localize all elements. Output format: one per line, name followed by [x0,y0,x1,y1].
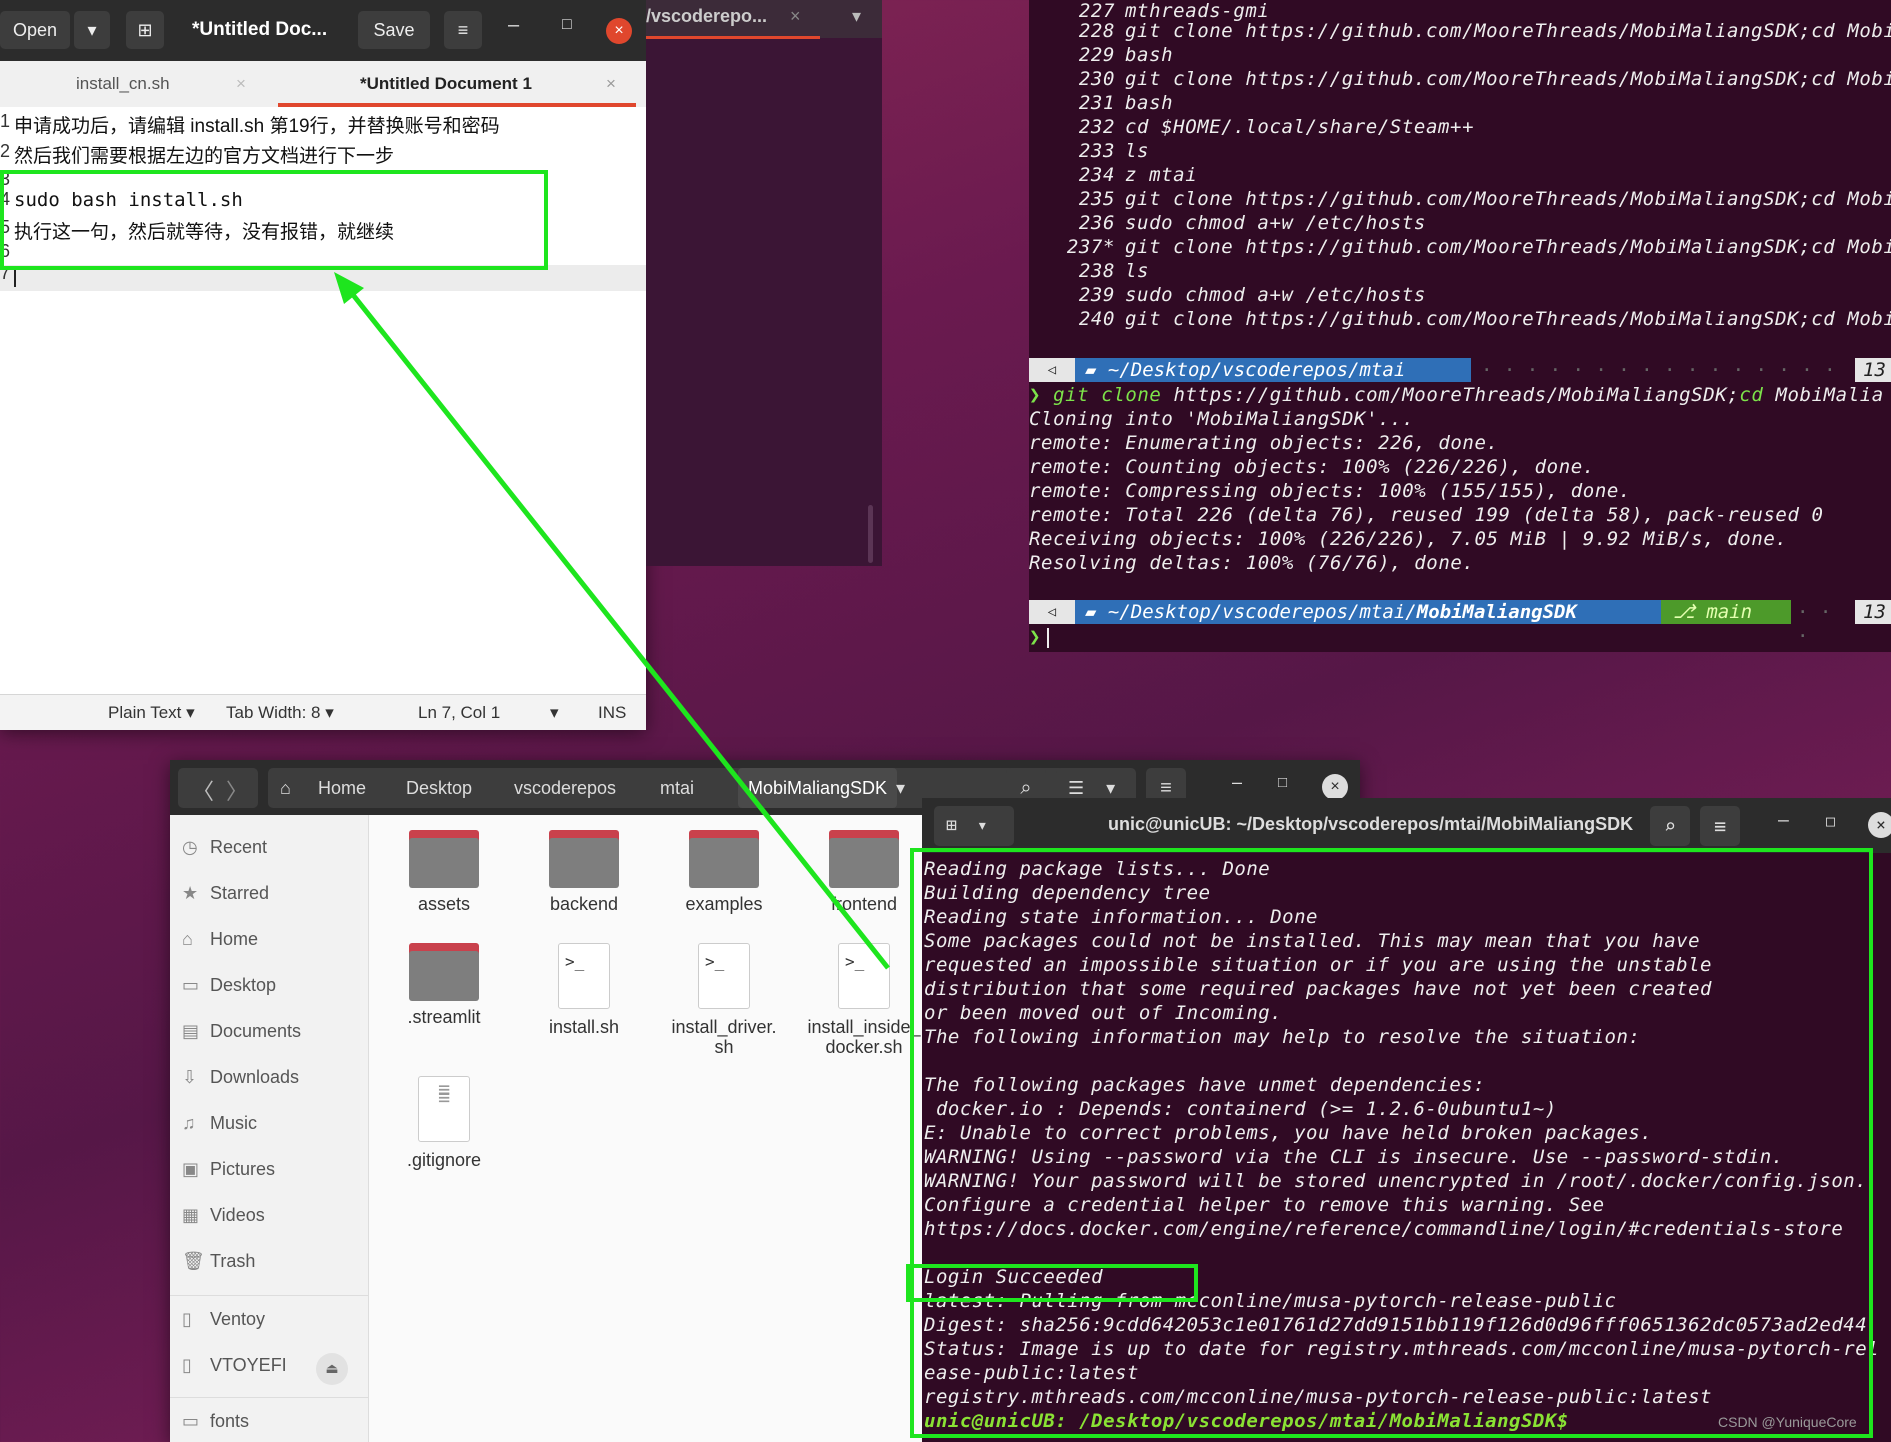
annotation-arrow [334,272,890,970]
arrow-shaft [344,284,890,970]
watermark: CSDN @YuniqueCore [1718,1414,1857,1430]
